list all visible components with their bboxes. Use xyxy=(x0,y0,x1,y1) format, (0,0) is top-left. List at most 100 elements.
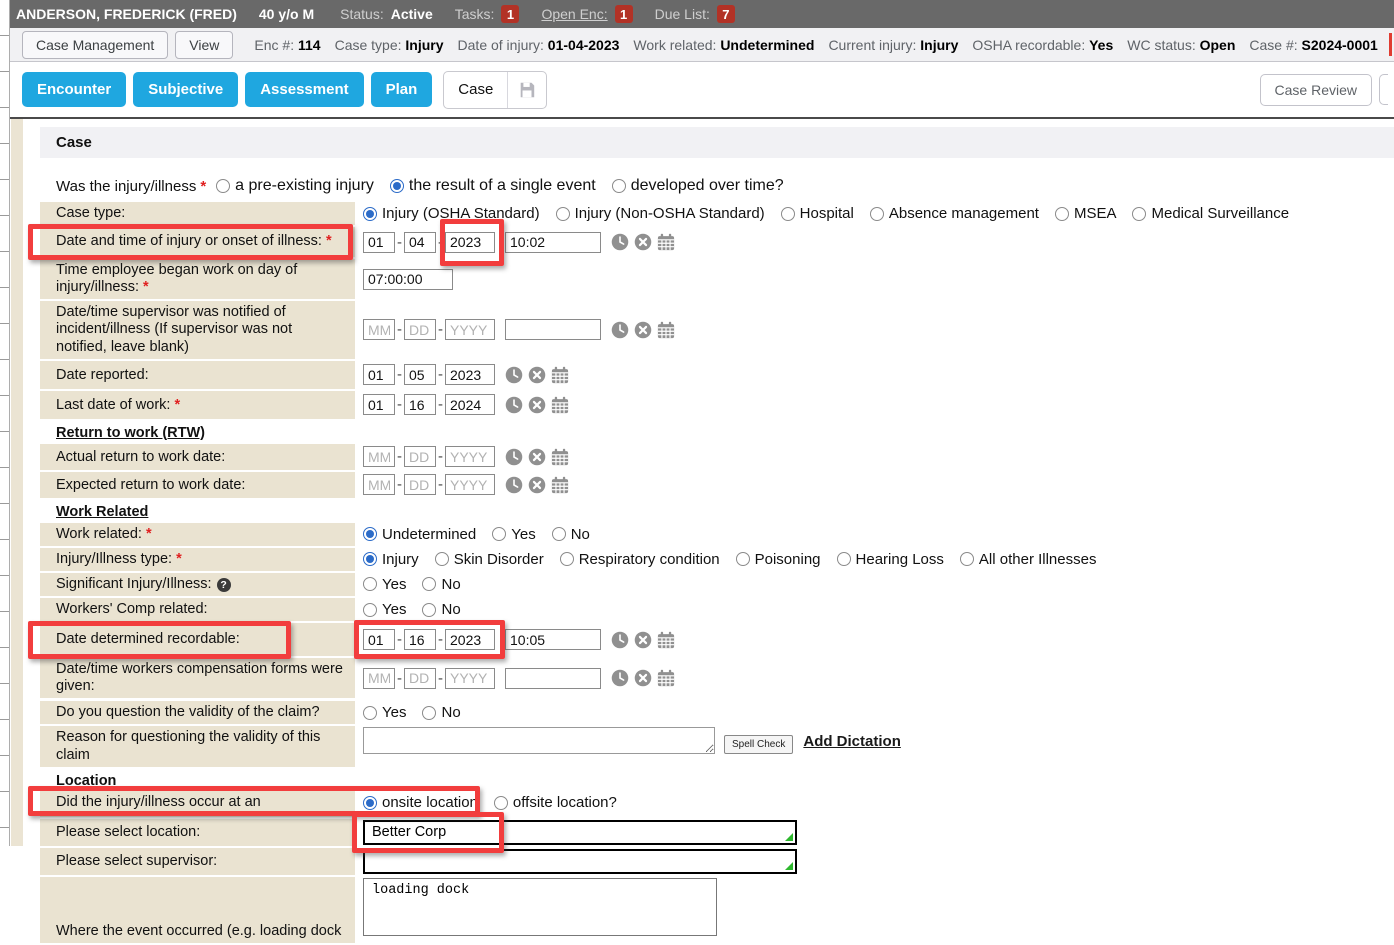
wcforms-day-input[interactable] xyxy=(404,668,436,689)
radio-wc-no[interactable]: No xyxy=(422,601,460,618)
view-button[interactable]: View xyxy=(175,31,233,59)
radio-icon[interactable] xyxy=(556,207,570,221)
tasks-indicator[interactable]: Tasks: 1 xyxy=(455,5,520,23)
radio-icon[interactable] xyxy=(435,552,449,566)
radio-work-related-no[interactable]: No xyxy=(552,526,590,543)
radio-icon[interactable] xyxy=(363,603,377,617)
radio-medical-surveillance[interactable]: Medical Surveillance xyxy=(1132,205,1289,222)
tab-assessment[interactable]: Assessment xyxy=(245,72,363,107)
radio-icon[interactable] xyxy=(960,552,974,566)
tab-case-label[interactable]: Case xyxy=(444,81,507,98)
clear-icon[interactable] xyxy=(634,321,652,339)
radio-selected-icon[interactable] xyxy=(363,796,377,810)
supervisor-month-input[interactable] xyxy=(363,319,395,340)
radio-icon[interactable] xyxy=(422,577,436,591)
radio-selected-icon[interactable] xyxy=(363,527,377,541)
tasks-count-badge[interactable]: 1 xyxy=(501,5,519,23)
radio-icon[interactable] xyxy=(552,527,566,541)
clock-icon[interactable] xyxy=(611,233,629,251)
recordable-day-input[interactable] xyxy=(404,629,436,650)
clear-icon[interactable] xyxy=(634,631,652,649)
wcforms-month-input[interactable] xyxy=(363,668,395,689)
wcforms-time-input[interactable] xyxy=(505,668,601,689)
tab-encounter[interactable]: Encounter xyxy=(22,72,126,107)
radio-all-other-illnesses[interactable]: All other Illnesses xyxy=(960,551,1097,568)
open-enc-label[interactable]: Open Enc: xyxy=(541,6,607,22)
clock-icon[interactable] xyxy=(505,476,523,494)
clock-icon[interactable] xyxy=(505,396,523,414)
calendar-icon[interactable] xyxy=(657,321,675,339)
clock-icon[interactable] xyxy=(611,321,629,339)
injury-time-input[interactable] xyxy=(505,232,601,253)
radio-icon[interactable] xyxy=(216,179,230,193)
spell-check-button[interactable]: Spell Check xyxy=(724,735,793,754)
radio-icon[interactable] xyxy=(781,207,795,221)
expected-rtw-year-input[interactable] xyxy=(445,474,495,495)
radio-icon[interactable] xyxy=(494,796,508,810)
reported-month-input[interactable] xyxy=(363,364,395,385)
radio-undetermined[interactable]: Undetermined xyxy=(363,526,476,543)
radio-hospital[interactable]: Hospital xyxy=(781,205,854,222)
radio-significant-yes[interactable]: Yes xyxy=(363,576,406,593)
radio-icon[interactable] xyxy=(736,552,750,566)
radio-icon[interactable] xyxy=(492,527,506,541)
radio-msea[interactable]: MSEA xyxy=(1055,205,1117,222)
injury-day-input[interactable] xyxy=(404,232,436,253)
radio-absence-management[interactable]: Absence management xyxy=(870,205,1039,222)
reported-year-input[interactable] xyxy=(445,364,495,385)
radio-hearing-loss[interactable]: Hearing Loss xyxy=(837,551,944,568)
time-began-input[interactable] xyxy=(363,269,453,290)
actual-rtw-year-input[interactable] xyxy=(445,446,495,467)
clear-icon[interactable] xyxy=(528,476,546,494)
radio-icon[interactable] xyxy=(837,552,851,566)
radio-selected-icon[interactable] xyxy=(363,552,377,566)
calendar-icon[interactable] xyxy=(551,476,569,494)
open-enc-link[interactable]: Open Enc: 1 xyxy=(541,5,632,23)
radio-injury-osha[interactable]: Injury (OSHA Standard) xyxy=(363,205,540,222)
tab-subjective[interactable]: Subjective xyxy=(133,72,238,107)
recordable-time-input[interactable] xyxy=(505,629,601,650)
due-list-indicator[interactable]: Due List: 7 xyxy=(655,5,735,23)
clear-icon[interactable] xyxy=(634,233,652,251)
supervisor-time-input[interactable] xyxy=(505,319,601,340)
radio-validity-yes[interactable]: Yes xyxy=(363,704,406,721)
location-input[interactable] xyxy=(363,820,797,845)
reported-day-input[interactable] xyxy=(404,364,436,385)
expected-rtw-day-input[interactable] xyxy=(404,474,436,495)
reason-textarea[interactable] xyxy=(363,727,715,754)
recordable-month-input[interactable] xyxy=(363,629,395,650)
case-management-button[interactable]: Case Management xyxy=(22,31,168,59)
radio-icon[interactable] xyxy=(422,706,436,720)
case-review-button[interactable]: Case Review xyxy=(1260,74,1372,106)
clear-icon[interactable] xyxy=(528,366,546,384)
radio-onsite-location[interactable]: onsite location xyxy=(363,794,478,811)
radio-injury-non-osha[interactable]: Injury (Non-OSHA Standard) xyxy=(556,205,765,222)
radio-icon[interactable] xyxy=(363,577,377,591)
radio-selected-icon[interactable] xyxy=(390,179,404,193)
radio-type-injury[interactable]: Injury xyxy=(363,551,419,568)
radio-icon[interactable] xyxy=(612,179,626,193)
clock-icon[interactable] xyxy=(611,669,629,687)
radio-icon[interactable] xyxy=(870,207,884,221)
lastwork-month-input[interactable] xyxy=(363,394,395,415)
supervisor-day-input[interactable] xyxy=(404,319,436,340)
injury-year-input[interactable] xyxy=(445,232,495,253)
where-occurred-textarea[interactable]: loading dock xyxy=(363,878,717,936)
radio-pre-existing-injury[interactable]: a pre-existing injury xyxy=(216,177,374,195)
radio-developed-over-time[interactable]: developed over time? xyxy=(612,177,784,195)
clock-icon[interactable] xyxy=(505,366,523,384)
actual-rtw-day-input[interactable] xyxy=(404,446,436,467)
clear-icon[interactable] xyxy=(528,396,546,414)
calendar-icon[interactable] xyxy=(551,396,569,414)
lastwork-day-input[interactable] xyxy=(404,394,436,415)
calendar-icon[interactable] xyxy=(657,669,675,687)
radio-poisoning[interactable]: Poisoning xyxy=(736,551,821,568)
add-dictation-link[interactable]: Add Dictation xyxy=(803,733,901,750)
expected-rtw-month-input[interactable] xyxy=(363,474,395,495)
radio-selected-icon[interactable] xyxy=(363,207,377,221)
radio-icon[interactable] xyxy=(1055,207,1069,221)
radio-validity-no[interactable]: No xyxy=(422,704,460,721)
calendar-icon[interactable] xyxy=(657,233,675,251)
calendar-icon[interactable] xyxy=(551,366,569,384)
clear-icon[interactable] xyxy=(528,448,546,466)
